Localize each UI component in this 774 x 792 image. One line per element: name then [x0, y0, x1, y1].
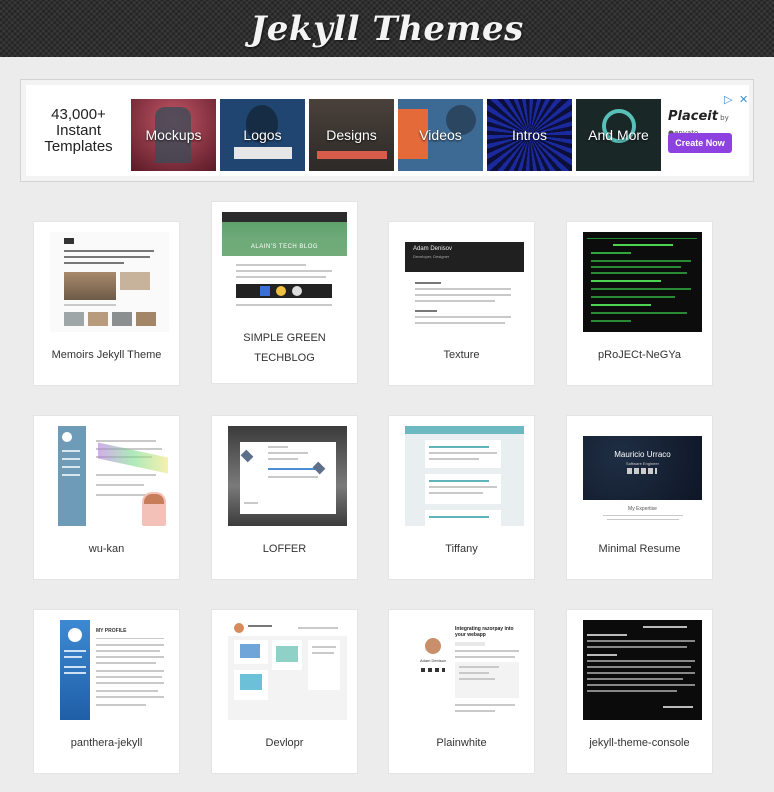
theme-card-devlopr[interactable]: Devlopr: [212, 610, 357, 773]
theme-card-minimal-resume[interactable]: Mauricio Urraco Software Engineer My Exp…: [567, 416, 712, 579]
theme-thumbnail: [583, 232, 702, 332]
theme-thumbnail: MY PROFILE: [50, 620, 169, 720]
theme-thumbnail: ALAIN'S TECH BLOG: [222, 212, 347, 315]
ad-lead-text[interactable]: 43,000+ Instant Templates: [26, 85, 131, 176]
theme-card-jekyll-theme-console[interactable]: jekyll-theme-console: [567, 610, 712, 773]
placeit-logo[interactable]: Placeit by ●envato Create Now: [668, 109, 748, 159]
site-title[interactable]: Jekyll Themes: [250, 9, 524, 49]
theme-thumbnail: [50, 426, 169, 526]
theme-title[interactable]: Memoirs Jekyll Theme: [34, 349, 179, 361]
theme-thumbnail: [228, 620, 347, 720]
theme-card-simple-green-techblog[interactable]: ALAIN'S TECH BLOG SIMPLE GREEN TECHBLOG: [212, 202, 357, 383]
theme-title[interactable]: Tiffany: [389, 543, 534, 555]
theme-card-tiffany[interactable]: Tiffany: [389, 416, 534, 579]
ad-tile-designs[interactable]: Designs: [309, 99, 394, 171]
site-header: Jekyll Themes: [0, 0, 774, 57]
theme-card-panthera-jekyll[interactable]: MY PROFILE panthera-jekyll: [34, 610, 179, 773]
theme-title[interactable]: Devlopr: [212, 737, 357, 749]
theme-title[interactable]: pRoJECt-NeGYa: [567, 349, 712, 361]
theme-thumbnail: [50, 232, 169, 332]
theme-title[interactable]: jekyll-theme-console: [567, 737, 712, 749]
theme-title[interactable]: Minimal Resume: [567, 543, 712, 555]
ad-tile-and-more[interactable]: And More: [576, 99, 661, 171]
close-icon[interactable]: ✕: [739, 93, 748, 106]
theme-thumbnail: Mauricio Urraco Software Engineer My Exp…: [583, 426, 702, 526]
theme-thumbnail: Adam Denisov Developer, Designer: [405, 232, 524, 332]
ad-tile-intros[interactable]: Intros: [487, 99, 572, 171]
theme-thumbnail: [405, 426, 524, 526]
theme-title[interactable]: Texture: [389, 349, 534, 361]
theme-title[interactable]: Plainwhite: [389, 737, 534, 749]
theme-thumbnail: [228, 426, 347, 526]
theme-card-loffer[interactable]: LOFFER: [212, 416, 357, 579]
theme-card-texture[interactable]: Adam Denisov Developer, Designer Texture: [389, 222, 534, 385]
ad-banner: 43,000+ Instant Templates Mockups Logos …: [20, 79, 754, 182]
theme-thumbnail: Adam Denisov Integrating razorpay into y…: [405, 620, 524, 720]
ad-tile-logos[interactable]: Logos: [220, 99, 305, 171]
theme-title[interactable]: SIMPLE GREEN TECHBLOG: [212, 328, 357, 368]
theme-card-memoirs[interactable]: Memoirs Jekyll Theme: [34, 222, 179, 385]
ad-tile-videos[interactable]: Videos: [398, 99, 483, 171]
adchoices-icon[interactable]: ▷: [724, 93, 732, 106]
create-now-button[interactable]: Create Now: [668, 133, 732, 153]
theme-title[interactable]: panthera-jekyll: [34, 737, 179, 749]
ad-tile-mockups[interactable]: Mockups: [131, 99, 216, 171]
theme-title[interactable]: LOFFER: [212, 543, 357, 555]
theme-card-plainwhite[interactable]: Adam Denisov Integrating razorpay into y…: [389, 610, 534, 773]
theme-card-wu-kan[interactable]: wu-kan: [34, 416, 179, 579]
ad-content[interactable]: 43,000+ Instant Templates Mockups Logos …: [26, 85, 749, 176]
theme-title[interactable]: wu-kan: [34, 543, 179, 555]
theme-thumbnail: [583, 620, 702, 720]
theme-card-project-negya[interactable]: pRoJECt-NeGYa: [567, 222, 712, 385]
